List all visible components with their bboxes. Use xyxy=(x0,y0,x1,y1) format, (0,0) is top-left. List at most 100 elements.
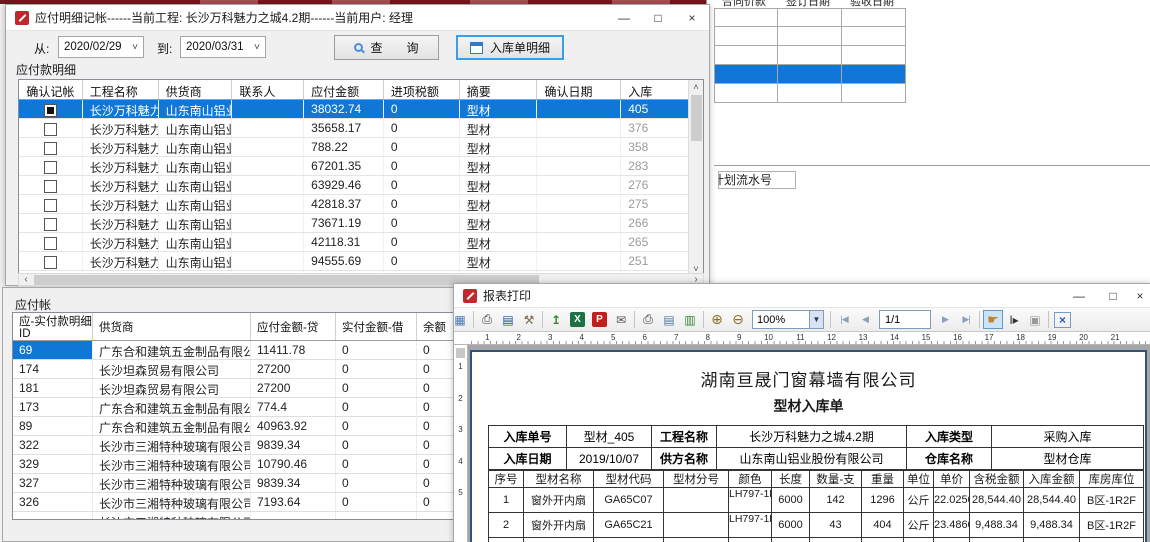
close-preview-icon[interactable]: × xyxy=(1054,312,1071,328)
column-header[interactable]: 供货商 xyxy=(93,313,251,340)
balance-cell xyxy=(417,512,455,520)
table-row[interactable]: 长沙万科魅力... 山东南山铝业... 35658.17 0 型材 376 xyxy=(19,119,688,138)
maximize-button[interactable]: □ xyxy=(1096,284,1130,307)
table-row[interactable]: 173 广东合和建筑五金制品有限公司 774.4 0 0 xyxy=(13,398,455,417)
horizontal-ruler: 123456789101112131415161718192021 xyxy=(454,332,1150,345)
table-row[interactable]: 长沙万科魅力... 山东南山铝业... 73671.19 0 型材 266 xyxy=(19,214,688,233)
confirm-checkbox[interactable] xyxy=(44,237,57,250)
table-row[interactable] xyxy=(714,8,906,27)
mail-icon[interactable]: ✉ xyxy=(611,310,631,329)
next-page-icon[interactable]: ▶ xyxy=(935,310,955,329)
confirm-checkbox[interactable] xyxy=(44,218,57,231)
table-row[interactable] xyxy=(714,65,906,84)
table-row[interactable]: 329 长沙市三湘特种玻璃有限公司 10790.46 0 0 xyxy=(13,455,455,474)
table-row[interactable]: 326 长沙市三湘特种玻璃有限公司 7193.64 0 0 xyxy=(13,493,455,512)
column-header[interactable]: 应-实付款明细ID xyxy=(13,313,93,340)
prev-page-icon[interactable]: ◀ xyxy=(855,310,875,329)
report-detail-table: 序号 型材名称 型材代码 型材分号 颜色 长度 数量-支 重量 单位 单价 含税… xyxy=(488,470,1144,542)
column-header[interactable]: 联系人 xyxy=(232,80,304,99)
table-row[interactable]: 181 长沙坦森贸易有限公司 27200 0 0 xyxy=(13,379,455,398)
designer-icon[interactable]: ▦ xyxy=(450,310,470,329)
table-row[interactable] xyxy=(714,27,906,46)
table-row[interactable]: 89 广东合和建筑五金制品有限公司 40963.92 0 0 xyxy=(13,417,455,436)
scroll-up-icon[interactable]: ˄ xyxy=(689,80,703,94)
pdf-export-icon[interactable]: P xyxy=(592,312,607,327)
multi-page-icon[interactable]: ▥ xyxy=(680,310,700,329)
page-number-input[interactable]: 1/1 xyxy=(879,310,931,329)
table-row[interactable]: 长沙万科魅力... 山东南山铝业... 38032.74 0 型材 405 xyxy=(19,100,688,119)
text-select-icon[interactable]: I▸ xyxy=(1004,310,1024,329)
confirm-checkbox[interactable] xyxy=(44,142,57,155)
material-code-cell: GA65C21 xyxy=(594,513,664,538)
confirm-checkbox[interactable] xyxy=(44,199,57,212)
column-header[interactable]: 进项税额 xyxy=(384,80,460,99)
table-row[interactable]: 长沙万科魅力... 山东南山铝业... 67201.35 0 型材 283 xyxy=(19,157,688,176)
tools-icon[interactable]: ⚒ xyxy=(519,310,539,329)
credit-amount-cell xyxy=(251,512,336,520)
chevron-down-icon[interactable]: ▼ xyxy=(809,311,823,328)
table-row[interactable]: 69 广东合和建筑五金制品有限公司 11411.78 0 0 xyxy=(13,341,455,360)
column-header[interactable]: 工程名称 xyxy=(83,80,159,99)
table-row[interactable]: 长沙万科魅力... 山东南山铝业... 63929.46 0 型材 276 xyxy=(19,176,688,195)
column-header[interactable]: 确认日期 xyxy=(537,80,621,99)
table-row[interactable]: 长沙万科魅力... 山东南山铝业... 42818.37 0 型材 275 xyxy=(19,195,688,214)
ruler-number: 3 xyxy=(534,332,566,344)
hand-tool-icon[interactable]: ☛ xyxy=(983,310,1003,329)
column-header[interactable]: 应付金额-贷 xyxy=(251,313,336,340)
to-date-combo[interactable]: 2020/03/31 ˅ xyxy=(180,36,266,58)
zoom-in-icon[interactable]: ⊕ xyxy=(707,310,727,329)
column-header[interactable]: 入库 xyxy=(621,80,688,99)
last-page-icon[interactable]: ▶| xyxy=(956,310,976,329)
table-row[interactable]: 长沙万科魅力... 山东南山铝业... 94555.69 0 型材 251 xyxy=(19,252,688,271)
first-page-icon[interactable]: |◀ xyxy=(834,310,854,329)
confirm-checkbox[interactable] xyxy=(44,104,57,117)
table-row[interactable] xyxy=(714,46,906,65)
column-header: 单价 xyxy=(934,471,970,488)
vertical-scrollbar[interactable]: ˄ ˅ xyxy=(688,80,703,276)
confirm-checkbox[interactable] xyxy=(44,161,57,174)
close-button[interactable]: × xyxy=(1130,284,1150,307)
ruler-number: 18 xyxy=(1007,332,1039,344)
column-header[interactable]: 摘要 xyxy=(460,80,538,99)
supplier-cell: 山东南山铝业... xyxy=(159,233,233,251)
single-page-icon[interactable]: ▤ xyxy=(659,310,679,329)
column-header[interactable]: 确认记帐 xyxy=(19,80,83,99)
minimize-button[interactable]: — xyxy=(1062,284,1096,307)
chevron-down-icon[interactable]: ˅ xyxy=(127,42,143,53)
serial-number-field[interactable]: 计划流水号 xyxy=(718,171,796,189)
chevron-down-icon[interactable]: ˅ xyxy=(249,42,265,53)
book-icon[interactable]: ▤ xyxy=(498,310,518,329)
titlebar[interactable]: 应付明细记帐------当前工程: 长沙万科魅力之城4.2期------当前用户… xyxy=(6,5,709,31)
table-row[interactable]: 322 长沙市三湘特种玻璃有限公司 9839.34 0 0 xyxy=(13,436,455,455)
confirm-checkbox[interactable] xyxy=(44,256,57,269)
column-header[interactable]: 应付金额 xyxy=(304,80,384,99)
table-row[interactable]: 长沙万科魅力... 山东南山铝业... 42118.31 0 型材 265 xyxy=(19,233,688,252)
column-header[interactable]: 实付金额-借 xyxy=(336,313,417,340)
scrollbar-thumb[interactable] xyxy=(691,95,702,141)
table-row[interactable]: 327 长沙市三湘特种玻璃有限公司 9839.34 0 0 xyxy=(13,474,455,493)
from-date-combo[interactable]: 2020/02/29 ˅ xyxy=(58,36,144,58)
column-header[interactable]: 供货商 xyxy=(159,80,233,99)
table-row[interactable]: 长沙万科魅力... 山东南山铝业... 788.22 0 型材 358 xyxy=(19,138,688,157)
close-button[interactable]: × xyxy=(675,5,709,30)
table-row[interactable] xyxy=(714,84,906,103)
inbound-detail-button[interactable]: 入库单明细 xyxy=(456,35,564,60)
export-icon[interactable]: ↥ xyxy=(546,310,566,329)
scroll-left-icon[interactable]: ‹ xyxy=(19,274,33,286)
zoom-out-icon[interactable]: ⊖ xyxy=(728,310,748,329)
excel-export-icon[interactable]: X xyxy=(570,312,585,327)
confirm-checkbox[interactable] xyxy=(44,180,57,193)
copy-pages-icon[interactable]: ▣ xyxy=(1025,310,1045,329)
table-row[interactable]: 174 长沙坦森贸易有限公司 27200 0 0 xyxy=(13,360,455,379)
titlebar[interactable]: 报表打印 — □ × xyxy=(454,284,1150,308)
print-preview-area[interactable]: 12345 湖南亘晟门窗幕墙有限公司 型材入库单 入库单号 型材_405 工程名… xyxy=(454,345,1150,542)
query-button[interactable]: 查 询 xyxy=(334,35,439,60)
maximize-button[interactable]: □ xyxy=(641,5,675,30)
page-setup-icon[interactable]: ⎙ xyxy=(638,310,658,329)
zoom-level-combo[interactable]: 100% ▼ xyxy=(752,310,824,329)
minimize-button[interactable]: — xyxy=(607,5,641,30)
seq-cell xyxy=(489,538,524,542)
confirm-checkbox[interactable] xyxy=(44,123,57,136)
table-row[interactable]: 长沙市三湘特种玻璃有限公司 xyxy=(13,512,455,520)
print-icon[interactable]: ⎙ xyxy=(477,310,497,329)
